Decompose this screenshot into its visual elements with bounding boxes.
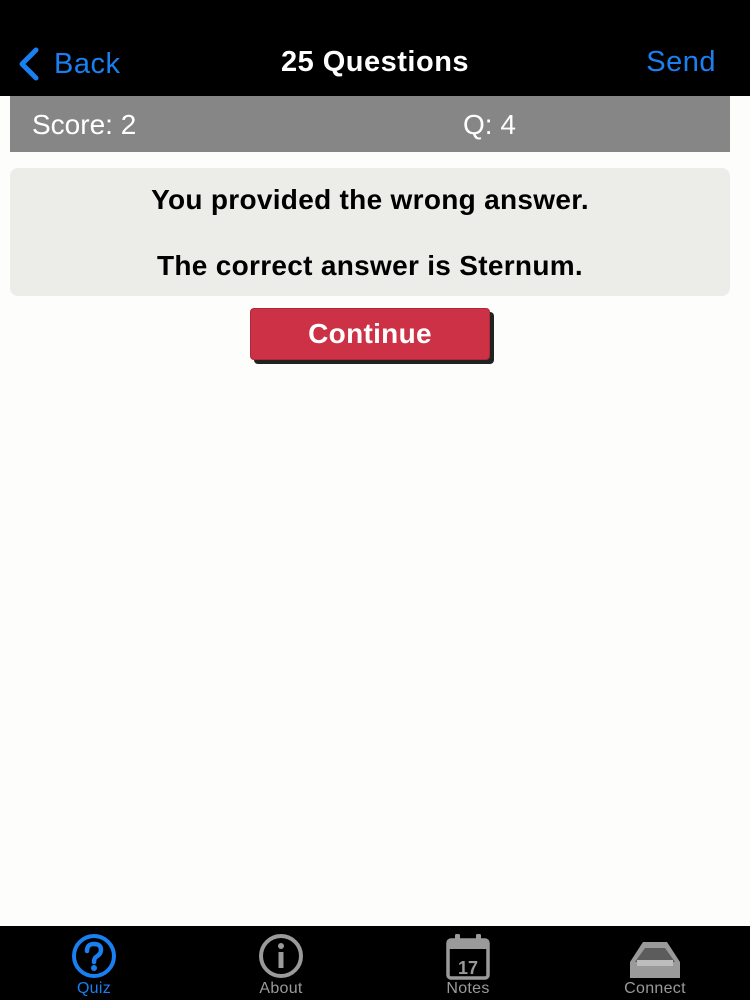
question-icon bbox=[72, 934, 116, 978]
answer-feedback-panel: You provided the wrong answer. The corre… bbox=[10, 168, 730, 296]
tab-notes[interactable]: 17 Notes bbox=[408, 926, 528, 1000]
tab-connect-label: Connect bbox=[624, 980, 686, 997]
tab-about-label: About bbox=[259, 980, 303, 997]
tab-connect[interactable]: Connect bbox=[595, 926, 715, 1000]
tray-icon bbox=[630, 942, 680, 978]
calendar-icon: 17 bbox=[446, 934, 490, 980]
quiz-content: Score: 2 Q: 4 You provided the wrong ans… bbox=[0, 96, 750, 926]
continue-button[interactable]: Continue bbox=[250, 308, 490, 360]
score-label: Score: 2 bbox=[32, 109, 137, 140]
calendar-day-number: 17 bbox=[458, 958, 478, 978]
navigation-bar: Back 25 Questions Send bbox=[0, 0, 750, 96]
wrong-answer-message: You provided the wrong answer. bbox=[151, 184, 589, 215]
tab-notes-label: Notes bbox=[446, 980, 490, 997]
tab-bar: Quiz About 17 Notes Connect bbox=[0, 926, 750, 1000]
correct-answer-message: The correct answer is Sternum. bbox=[156, 250, 584, 281]
tab-quiz-label: Quiz bbox=[76, 980, 112, 997]
tab-about[interactable]: About bbox=[221, 926, 341, 1000]
question-number-label: Q: 4 bbox=[463, 109, 516, 140]
score-bar: Score: 2 Q: 4 bbox=[10, 96, 730, 152]
info-icon bbox=[259, 934, 303, 978]
send-button[interactable]: Send bbox=[646, 46, 716, 79]
page-title: 25 Questions bbox=[280, 46, 470, 78]
tab-quiz[interactable]: Quiz bbox=[34, 926, 154, 1000]
